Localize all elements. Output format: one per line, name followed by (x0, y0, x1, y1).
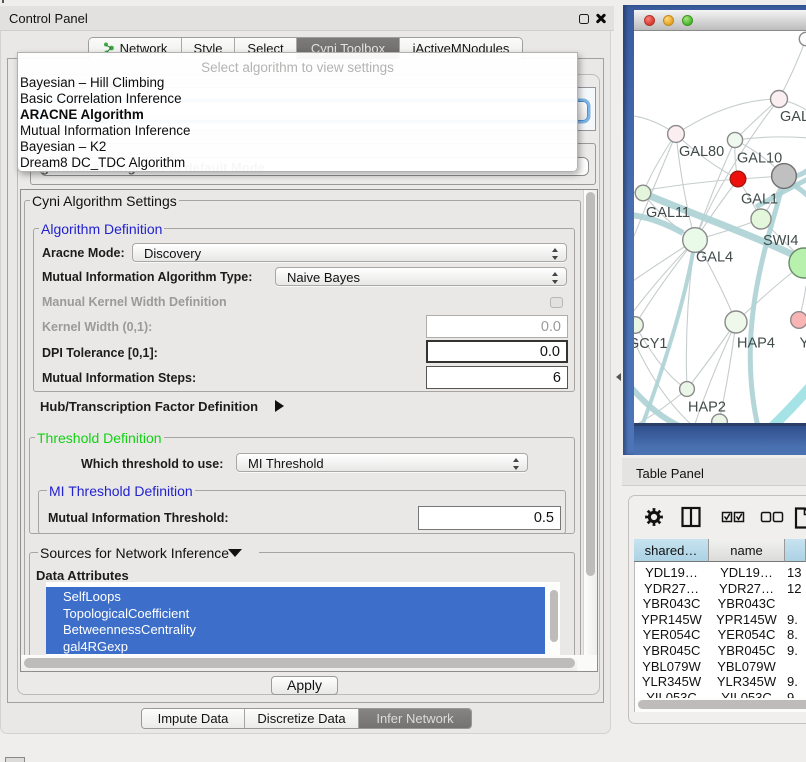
svg-text:GAL1: GAL1 (741, 192, 778, 208)
svg-text:GAL11: GAL11 (646, 205, 690, 221)
svg-text:SWI4: SWI4 (763, 233, 798, 249)
svg-text:GAL4: GAL4 (696, 250, 733, 266)
svg-text:HAP2: HAP2 (688, 400, 726, 416)
svg-text:GAL80: GAL80 (679, 144, 724, 160)
svg-text:Y: Y (800, 336, 806, 352)
svg-text:HAP4: HAP4 (737, 336, 775, 352)
svg-text:GAL: GAL (780, 109, 806, 125)
svg-text:GAL10: GAL10 (737, 151, 782, 167)
svg-text:GCY1: GCY1 (634, 336, 668, 352)
